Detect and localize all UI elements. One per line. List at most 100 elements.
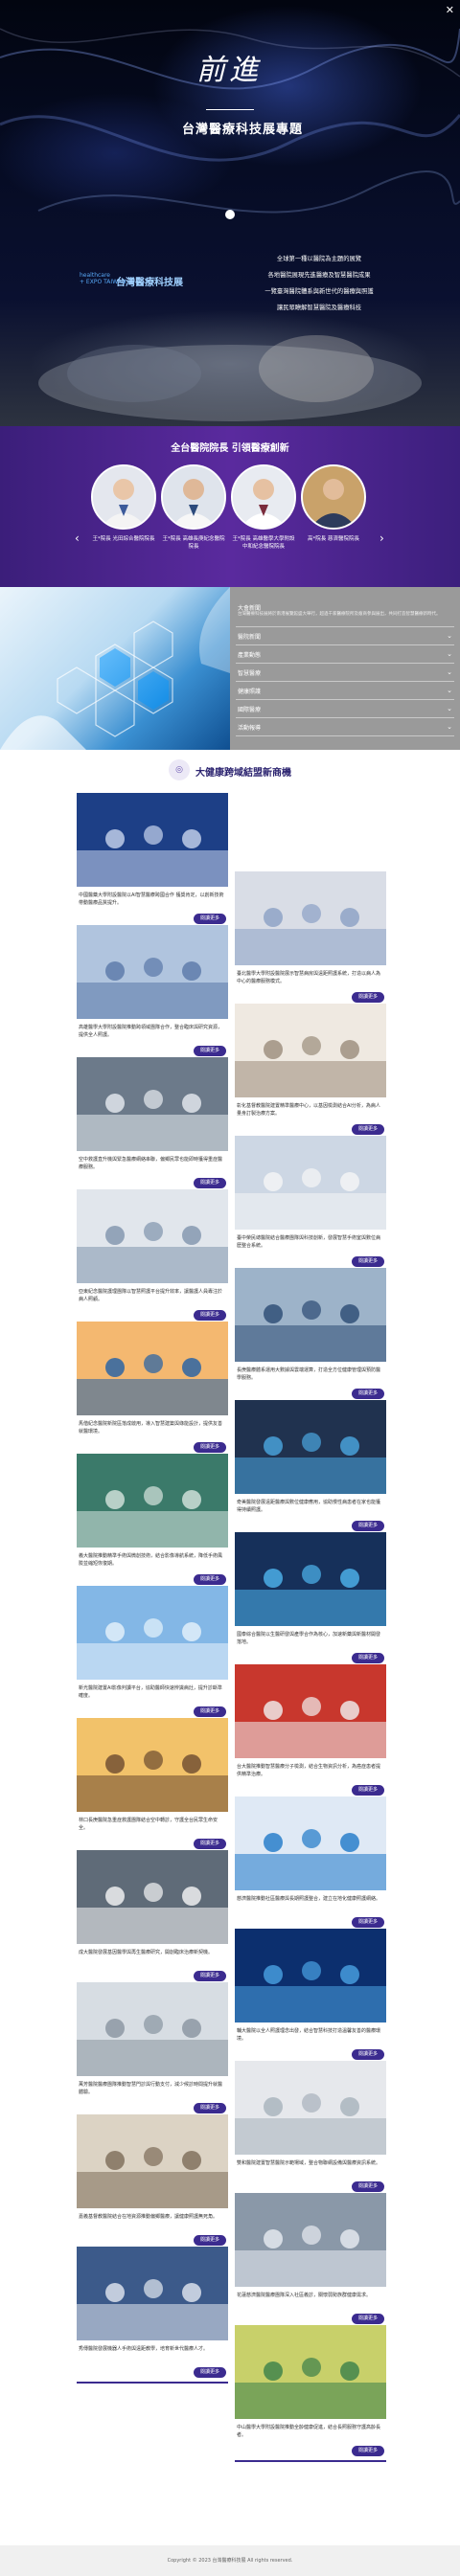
article-card[interactable]: 嘉義基督教醫院結合在地資源推動偏鄉醫療，讓健康照護無死角。 閱讀更多 — [77, 2114, 228, 2251]
article-image[interactable] — [77, 1322, 228, 1415]
director-card[interactable]: 王*院長 高雄醫學大學附設中和紀念醫院院長 — [230, 464, 297, 551]
read-more-button[interactable]: 閱讀更多 — [194, 1442, 226, 1453]
article-card[interactable]: 林口長庚醫院急重症救護團隊結合空中轉診，守護全台民眾生命安全。 閱讀更多 — [77, 1718, 228, 1855]
chevron-down-icon: ⌄ — [447, 632, 452, 640]
read-more-button[interactable]: 閱讀更多 — [352, 2181, 384, 2192]
read-more-button[interactable]: 閱讀更多 — [352, 1389, 384, 1399]
article-summary: 萬芳醫院醫療團隊推動智慧門診與行動支付，減少候診時間提升就醫體驗。 — [79, 2082, 223, 2095]
article-image[interactable] — [235, 2193, 386, 2287]
read-more-button[interactable]: 閱讀更多 — [352, 1124, 384, 1135]
read-more-button[interactable]: 閱讀更多 — [194, 1706, 226, 1717]
article-card[interactable]: 義大醫院推動精準手術與微創技術，結合影像導航系統，降低手術風險並縮短恢復期。 閱讀… — [77, 1454, 228, 1591]
close-icon[interactable]: ✕ — [446, 4, 454, 16]
read-more-button[interactable]: 閱讀更多 — [194, 2103, 226, 2113]
article-image[interactable] — [77, 1189, 228, 1283]
read-more-button[interactable]: 閱讀更多 — [352, 2049, 384, 2060]
article-card[interactable]: 慈濟醫院推動社區醫療與長期照護整合，建立在地化健康照護網絡。 閱讀更多 — [235, 1796, 386, 1933]
accordion-label: 醫院新聞 — [238, 633, 262, 641]
article-image[interactable] — [235, 1136, 386, 1230]
article-card[interactable]: 臺中榮民總醫院結合醫療團隊與科技創新，發展智慧手術室與數位病歷整合系統。閱讀更多 — [235, 1136, 386, 1273]
read-more-button[interactable]: 閱讀更多 — [352, 1521, 384, 1531]
article-card[interactable]: 輔大醫院以全人照護理念出發，結合智慧科技打造溫馨友善的醫療環境。閱讀更多 — [235, 1929, 386, 2066]
article-image[interactable] — [77, 1454, 228, 1548]
article-image[interactable] — [77, 1586, 228, 1680]
article-card[interactable]: 馬偕紀念醫院新院區落成啟用，導入智慧建築與綠能設計，提供友善就醫環境。閱讀更多 — [77, 1322, 228, 1458]
article-card[interactable]: 中山醫學大學附設醫院推動全齡健康促進，結合長照服務守護高齡長者。 閱讀更多 — [235, 2325, 386, 2462]
article-image[interactable] — [235, 1004, 386, 1097]
article-image[interactable] — [235, 2061, 386, 2155]
accordion-item[interactable]: 智慧醫療 ⌄ — [236, 664, 454, 682]
director-card[interactable]: 王*院長 高雄長庚紀念醫院院長 — [160, 464, 227, 551]
hero-line: 讓民眾瞭解智慧醫院及醫療科技 — [276, 305, 362, 311]
article-card[interactable]: 花蓮慈濟醫院醫療團隊深入社區義診，關懷弱勢族群健康需求。 閱讀更多 — [235, 2193, 386, 2330]
article-image[interactable] — [77, 925, 228, 1019]
article-card[interactable]: 雙和醫院建置智慧醫院示範場域，整合物聯網設備與醫療資訊系統。 閱讀更多 — [235, 2061, 386, 2198]
article-image[interactable] — [77, 2114, 228, 2208]
article-summary: 輔大醫院以全人照護理念出發，結合智慧科技打造溫馨友善的醫療環境。 — [237, 2028, 381, 2042]
article-image[interactable] — [235, 1400, 386, 1494]
article-image[interactable] — [235, 1796, 386, 1890]
read-more-button[interactable]: 閱讀更多 — [352, 992, 384, 1003]
read-more-button[interactable]: 閱讀更多 — [352, 1917, 384, 1928]
read-more-button[interactable]: 閱讀更多 — [352, 2314, 384, 2324]
article-card[interactable]: 新光醫院建置AI影像判讀平台，協助醫師快速辨識病灶，提升診斷準確度。 閱讀更多 — [77, 1586, 228, 1723]
article-summary: 臺中榮民總醫院結合醫療團隊與科技創新，發展智慧手術室與數位病歷整合系統。 — [237, 1235, 381, 1249]
accordion-summary: 台灣醫療科技展將於南港展覽館盛大舉行，超過千家醫療院所及廠商參與展出，共同打造智… — [238, 612, 441, 617]
article-image[interactable] — [235, 871, 386, 965]
read-more-button[interactable]: 閱讀更多 — [352, 1785, 384, 1796]
accordion-item[interactable]: 大會新聞 台灣醫療科技展將於南港展覽館盛大舉行，超過千家醫療院所及廠商參與展出，… — [236, 595, 454, 627]
article-card[interactable]: 國泰綜合醫院以生醫研發與產學合作為核心，加速新藥與新醫材開發落地。 閱讀更多 — [235, 1532, 386, 1669]
read-more-button[interactable]: 閱讀更多 — [352, 1653, 384, 1663]
read-more-button[interactable]: 閱讀更多 — [194, 1971, 226, 1981]
article-image[interactable] — [235, 1268, 386, 1362]
article-image[interactable] — [235, 1532, 386, 1626]
article-card[interactable]: 亞東紀念醫院護理團隊以智慧照護平台提升效率，讓醫護人員專注於病人照顧。 閱讀更多 — [77, 1189, 228, 1326]
read-more-button[interactable]: 閱讀更多 — [352, 2446, 384, 2456]
read-more-button[interactable]: 閱讀更多 — [194, 1178, 226, 1188]
director-card[interactable]: 王*院長 光田綜合醫院院長 — [90, 464, 157, 543]
article-image[interactable] — [77, 2247, 228, 2340]
news-feature-image[interactable] — [0, 587, 230, 750]
article-image[interactable] — [77, 793, 228, 887]
read-more-button[interactable]: 閱讀更多 — [194, 2235, 226, 2246]
article-card[interactable]: 高雄醫學大學附設醫院推動跨領域團隊合作，整合臨床與研究資源，提供全人照護。 閱讀更… — [77, 925, 228, 1062]
article-image[interactable] — [235, 1664, 386, 1758]
accordion-item[interactable]: 國際醫療 ⌄ — [236, 700, 454, 718]
accordion-item[interactable]: 活動報導 ⌄ — [236, 718, 454, 736]
article-image[interactable] — [235, 2325, 386, 2419]
carousel-prev-icon[interactable]: ‹ — [75, 531, 80, 545]
article-summary: 彰化基督教醫院建置精準醫療中心，以基因檢測結合AI分析，為病人量身訂製治療方案。 — [237, 1103, 380, 1117]
article-image[interactable] — [77, 1982, 228, 2076]
article-card[interactable]: 中國醫藥大學附設醫院以AI智慧醫療跨國合作 獲獎肯定，以創新技術帶動醫療品質提升… — [77, 793, 228, 930]
read-more-button[interactable]: 閱讀更多 — [194, 1839, 226, 1849]
article-summary: 長庚醫療體系運用大數據與雲端運算，打造全方位健康管理與預防醫學服務。 — [237, 1367, 381, 1381]
carousel-next-icon[interactable]: › — [380, 531, 384, 545]
read-more-button[interactable]: 閱讀更多 — [352, 1256, 384, 1267]
article-card[interactable]: 空中救護直升機與緊急醫療網絡串聯，偏鄉民眾也能即時獲得重症醫療服務。 閱讀更多 — [77, 1057, 228, 1194]
read-more-button[interactable]: 閱讀更多 — [194, 2367, 226, 2378]
article-card[interactable]: 奇美醫院發展遠距醫療與數位健康應用，協助慢性病患者在家也能獲得持續照護。 閱讀更多 — [235, 1400, 386, 1537]
article-card[interactable]: 台大醫院推動智慧醫療分子檢測，結合生物資訊分析，為癌症患者提供精準治療。 閱讀更多 — [235, 1664, 386, 1801]
read-more-button[interactable]: 閱讀更多 — [194, 1046, 226, 1056]
article-summary: 臺北醫學大學附設醫院展示智慧病房與遠距照護系統，打造以病人為中心的醫療服務模式。 — [237, 971, 381, 984]
article-image[interactable] — [235, 1929, 386, 2022]
article-card[interactable]: 彰化基督教醫院建置精準醫療中心，以基因檢測結合AI分析，為病人量身訂製治療方案。… — [235, 1004, 386, 1141]
read-more-button[interactable]: 閱讀更多 — [194, 1574, 226, 1585]
expo-logo[interactable]: healthcare + EXPO TAIWAN 台灣醫療科技展 — [80, 272, 183, 288]
accordion-item[interactable]: 醫院新聞 ⌄ — [236, 627, 454, 645]
read-more-button[interactable]: 閱讀更多 — [194, 914, 226, 924]
read-more-button[interactable]: 閱讀更多 — [194, 1310, 226, 1321]
article-image[interactable] — [77, 1057, 228, 1151]
article-image[interactable] — [77, 1850, 228, 1944]
article-card[interactable]: 成大醫院發展基因醫學與再生醫療研究，開創臨床治療新契機。 閱讀更多 — [77, 1850, 228, 1987]
accordion-item[interactable]: 產業動態 ⌄ — [236, 645, 454, 664]
article-card[interactable]: 臺北醫學大學附設醫院展示智慧病房與遠距照護系統，打造以病人為中心的醫療服務模式。… — [235, 871, 386, 1008]
article-summary: 馬偕紀念醫院新院區落成啟用，導入智慧建築與綠能設計，提供友善就醫環境。 — [79, 1421, 223, 1435]
director-card[interactable]: 高*院長 慈濟醫院院長 — [300, 464, 367, 543]
accordion-item[interactable]: 健康照護 ⌄ — [236, 682, 454, 700]
article-card[interactable]: 秀傳醫院發展機器人手術與遠距教學，培育新世代醫療人才。 閱讀更多 — [77, 2247, 228, 2384]
article-card[interactable]: 長庚醫療體系運用大數據與雲端運算，打造全方位健康管理與預防醫學服務。閱讀更多 — [235, 1268, 386, 1405]
carousel-dot[interactable] — [225, 210, 235, 219]
article-image[interactable] — [77, 1718, 228, 1812]
article-card[interactable]: 萬芳醫院醫療團隊推動智慧門診與行動支付，減少候診時間提升就醫體驗。閱讀更多 — [77, 1982, 228, 2119]
